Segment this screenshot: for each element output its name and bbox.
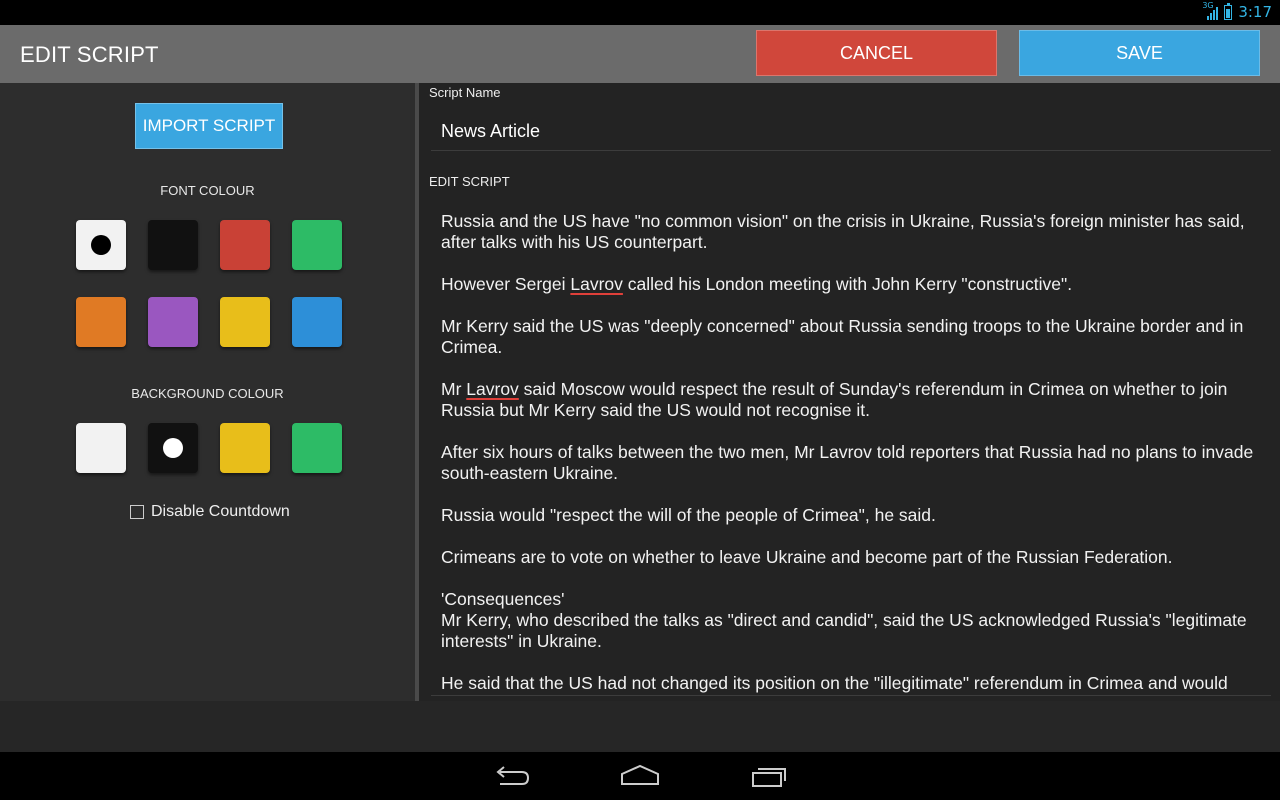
- background-colour-swatch-white[interactable]: [76, 423, 126, 473]
- script-textarea[interactable]: Russia and the US have "no common vision…: [431, 201, 1271, 696]
- edit-script-label: EDIT SCRIPT: [429, 174, 510, 189]
- script-paragraph: However Sergei Lavrov called his London …: [441, 274, 1261, 295]
- script-text: Russia would "respect the will of the pe…: [441, 505, 936, 525]
- script-text: Russia and the US have "no common vision…: [441, 211, 1245, 252]
- recent-apps-icon[interactable]: [750, 764, 790, 788]
- content-area: IMPORT SCRIPT FONT COLOUR BACKGROUND COL…: [0, 83, 1280, 752]
- bottom-strip: [0, 701, 1280, 752]
- signal-icon: 3G: [1202, 1, 1219, 20]
- script-paragraph: Russia would "respect the will of the pe…: [441, 505, 1261, 526]
- settings-panel: IMPORT SCRIPT FONT COLOUR BACKGROUND COL…: [0, 83, 415, 701]
- script-paragraph: He said that the US had not changed its …: [441, 673, 1261, 694]
- page-title: EDIT SCRIPT: [20, 42, 159, 67]
- script-name-input[interactable]: News Article: [431, 113, 1271, 151]
- font-colour-swatch-white[interactable]: [76, 220, 126, 270]
- background-colour-swatch-black[interactable]: [148, 423, 198, 473]
- home-icon[interactable]: [620, 764, 660, 788]
- font-colour-swatch-black[interactable]: [148, 220, 198, 270]
- import-script-button[interactable]: IMPORT SCRIPT: [135, 103, 283, 149]
- script-paragraph: 'Consequences' Mr Kerry, who described th…: [441, 589, 1261, 652]
- selected-indicator: [91, 235, 111, 255]
- editor-panel: Script Name News Article EDIT SCRIPT Rus…: [419, 83, 1280, 701]
- background-colour-swatch-green[interactable]: [292, 423, 342, 473]
- font-colour-label: FONT COLOUR: [160, 183, 255, 198]
- font-colour-swatch-orange[interactable]: [76, 297, 126, 347]
- background-colour-label: BACKGROUND COLOUR: [131, 386, 284, 401]
- misspelled-word: Lavrov: [466, 379, 519, 399]
- font-colour-swatch-purple[interactable]: [148, 297, 198, 347]
- misspelled-word: Lavrov: [570, 274, 623, 294]
- cancel-button[interactable]: CANCEL: [756, 30, 997, 76]
- script-text: said Moscow would respect the result of …: [441, 379, 1228, 420]
- disable-countdown-label: Disable Countdown: [151, 503, 290, 520]
- clock: 3:17: [1238, 3, 1272, 21]
- script-text: He said that the US had not changed its …: [441, 673, 1228, 693]
- script-paragraph: Crimeans are to vote on whether to leave…: [441, 547, 1261, 568]
- disable-countdown-checkbox[interactable]: [130, 505, 144, 519]
- selected-indicator: [163, 438, 183, 458]
- disable-countdown-row[interactable]: Disable Countdown: [130, 503, 290, 521]
- script-paragraph: After six hours of talks between the two…: [441, 442, 1261, 484]
- action-bar: EDIT SCRIPT CANCEL SAVE: [0, 25, 1280, 83]
- script-name-label: Script Name: [429, 85, 501, 100]
- font-colour-swatch-yellow[interactable]: [220, 297, 270, 347]
- script-paragraph: Russia and the US have "no common vision…: [441, 211, 1261, 253]
- font-colour-swatch-red[interactable]: [220, 220, 270, 270]
- background-colour-swatch-yellow[interactable]: [220, 423, 270, 473]
- script-text: Crimeans are to vote on whether to leave…: [441, 547, 1173, 567]
- back-icon[interactable]: [492, 764, 532, 788]
- script-text: Mr: [441, 379, 467, 399]
- status-icons: 3G 3:17: [1202, 1, 1272, 21]
- script-text: Mr Kerry said the US was "deeply concern…: [441, 316, 1244, 357]
- font-colour-swatch-blue[interactable]: [292, 297, 342, 347]
- script-text: called his London meeting with John Kerr…: [622, 274, 1073, 294]
- script-paragraph: Mr Lavrov said Moscow would respect the …: [441, 379, 1261, 421]
- font-colour-swatch-green[interactable]: [292, 220, 342, 270]
- script-text: 'Consequences': [441, 589, 565, 609]
- script-text: Mr Kerry, who described the talks as "di…: [441, 610, 1247, 651]
- script-text: After six hours of talks between the two…: [441, 442, 1254, 483]
- script-paragraph: Mr Kerry said the US was "deeply concern…: [441, 316, 1261, 358]
- status-bar: 3G 3:17: [0, 0, 1280, 25]
- battery-icon: [1224, 2, 1233, 20]
- navigation-bar: [0, 752, 1280, 800]
- save-button[interactable]: SAVE: [1019, 30, 1260, 76]
- script-text: However Sergei: [441, 274, 571, 294]
